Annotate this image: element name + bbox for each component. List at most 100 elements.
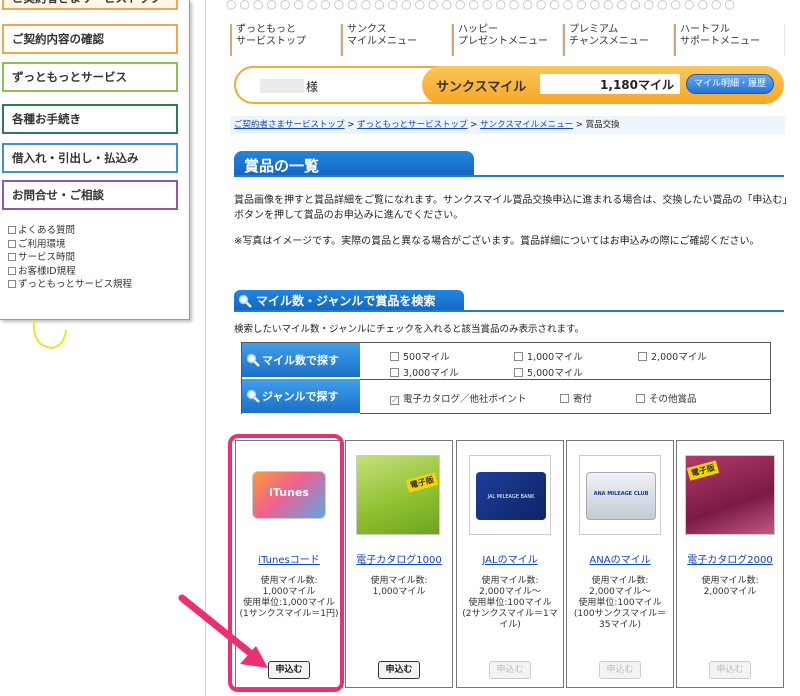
intro-text: 賞品画像を押すと賞品詳細をご覧になれます。サンクスマイル賞品交換申込に進まれる場… [234,195,788,221]
checkbox-icon[interactable] [514,352,523,361]
search-title-tab: マイル数・ジャンルで賞品を検索 [234,290,464,312]
unit-label: 使用単位:100マイル [468,598,552,608]
product-name-link[interactable]: 電子カタログ1000 [346,551,452,566]
magnifier-icon [238,294,252,308]
link-bullet-icon [8,266,16,275]
search-underline [234,310,784,312]
unit-note: (1サンクスマイル＝1円) [239,609,339,619]
apply-button-itunes[interactable]: 申込む [268,661,310,679]
breadcrumb: ご契約者さまサービストップ > ずっともっとサービストップ > サンクスマイルメ… [230,116,785,134]
usage-miles: 2,000マイル〜 [479,587,541,597]
filter-3000-miles[interactable]: 3,000マイル [390,365,459,379]
filter-500-miles[interactable]: 500マイル [390,349,450,363]
usage-miles: 1,000マイル [262,587,316,597]
filter-5000-miles[interactable]: 5,000マイル [514,365,583,379]
usage-label: 使用マイル数: [260,576,318,586]
filter-2000-miles[interactable]: 2,000マイル [638,349,707,363]
digital-edition-badge: 電子版 [405,472,439,493]
catalog-2000-image[interactable]: 電子版 [685,455,775,535]
sidebar-procedures-button[interactable]: 各種お手続き [2,104,178,134]
search-filter-table: マイル数で探す ジャンルで探す 500マイル 1,000マイル 2,000マイル… [241,342,771,414]
page-title: 賞品の一覧 [244,157,320,175]
filter-genre-other[interactable]: その他賞品 [636,391,697,405]
sidebar-link-hours[interactable]: サービス時間 [8,251,132,265]
checkbox-icon[interactable] [390,352,399,361]
breadcrumb-link-service-top[interactable]: ずっともっとサービストップ [357,120,468,130]
checkbox-checked-icon[interactable] [390,396,399,405]
itunes-card-image[interactable]: iTunes [252,471,326,519]
product-name-link[interactable]: JALのマイル [457,551,563,566]
apply-button-catalog-1000[interactable]: 申込む [378,661,420,679]
magnifier-icon [246,353,260,367]
magnifier-icon [246,389,260,403]
product-info: 使用マイル数: 2,000マイル [679,576,781,598]
tab-premium-chance[interactable]: プレミアム チャンスメニュー [563,24,674,56]
catalog-1000-image[interactable]: 電子版 [356,455,440,535]
sidebar-links: よくある質問 ご利用環境 サービス時間 お客様ID規程 ずっともっとサービス規程 [8,224,132,292]
apply-button-catalog-2000[interactable]: 申込む [709,661,751,679]
product-info: 使用マイル数: 1,000マイル 使用単位:1,000マイル (1サンクスマイル… [238,576,340,620]
checkbox-icon[interactable] [636,394,645,403]
sidebar-link-faq[interactable]: よくある質問 [8,224,132,238]
breadcrumb-link-contract-top[interactable]: ご契約者さまサービストップ [234,120,345,130]
tab-thanks-mile[interactable]: サンクス マイルメニュー [341,24,452,56]
sidebar-top-button[interactable]: ご契約者さまサービストップ [2,0,178,10]
menu-tabs: ずっともっと サービストップ サンクス マイルメニュー ハッピー プレゼントメニュー … [230,24,785,56]
customer-name-redacted [260,79,304,93]
sidebar-link-environment[interactable]: ご利用環境 [8,238,132,252]
breadcrumb-current: 賞品交換 [585,120,620,130]
breadcrumb-separator: > [467,120,481,130]
filter-genre-donation[interactable]: 寄付 [560,391,592,405]
search-section-header: マイル数・ジャンルで賞品を検索 [234,290,784,312]
apply-button-ana[interactable]: 申込む [599,661,641,679]
spiral-rings-decoration: ○○○○○○○○○○○○○○○○○○○○○○○○○○○○○○○○○○○○○○ [226,0,738,10]
note-text: ※写真はイメージです。実際の賞品と異なる場合がございます。賞品詳細についてはお申… [234,236,760,247]
miles-balance: 1,180マイル [600,78,674,92]
jal-card-image[interactable]: JAL MILEAGE BANK [469,455,551,535]
ana-card-shape: ANA MILEAGE CLUB [586,472,656,520]
product-name-link[interactable]: iTunesコード [236,551,342,566]
filter-divider [360,379,770,380]
ana-card-text: ANA MILEAGE CLUB [593,491,649,497]
sidebar-link-id-terms[interactable]: お客様ID規程 [8,265,132,279]
checkbox-icon[interactable] [638,352,647,361]
sidebar: ご契約者さまサービストップ ご契約内容の確認 ずっともっとサービス 各種お手続き… [0,0,190,320]
product-card-jal: JAL MILEAGE BANK JALのマイル 使用マイル数: 2,000マイ… [456,440,564,688]
usage-miles: 2,000マイル [703,587,757,597]
sidebar-contract-button[interactable]: ご契約内容の確認 [2,24,178,54]
sidebar-link-service-terms[interactable]: ずっともっとサービス規程 [8,278,132,292]
product-card-catalog-2000: 電子版 電子カタログ2000 使用マイル数: 2,000マイル 申込む [676,440,784,688]
usage-label: 使用マイル数: [481,576,539,586]
tab-happy-present[interactable]: ハッピー プレゼントメニュー [452,24,563,56]
mile-history-button[interactable]: マイル明細・履歴 [686,74,774,94]
jal-card-text: JAL MILEAGE BANK [487,494,535,500]
page-title-bar: 賞品の一覧 [234,151,784,177]
filter-genre-catalog[interactable]: 電子カタログ／他社ポイント [390,391,527,405]
link-bullet-icon [8,226,16,234]
link-bullet-icon [8,239,16,248]
apply-button-jal[interactable]: 申込む [489,661,531,679]
sidebar-loan-button[interactable]: 借入れ・引出し・払込み [2,143,178,173]
usage-miles: 1,000マイル [372,587,426,597]
thanks-mile-label: サンクスマイル [436,80,527,95]
product-name-link[interactable]: ANAのマイル [567,551,673,566]
usage-label: 使用マイル数: [591,576,649,586]
tab-service-top[interactable]: ずっともっと サービストップ [230,24,341,56]
product-name-link[interactable]: 電子カタログ2000 [677,551,783,566]
filter-label-genre: ジャンルで探す [242,379,360,414]
sidebar-service-button[interactable]: ずっともっとサービス [2,62,178,92]
product-info: 使用マイル数: 2,000マイル〜 使用単位:100マイル (2サンクスマイル＝… [459,576,561,631]
breadcrumb-link-thanks-mile[interactable]: サンクスマイルメニュー [480,120,573,130]
ana-card-image[interactable]: ANA MILEAGE CLUB [579,455,661,535]
sidebar-contact-button[interactable]: お問合せ・ご相談 [2,180,178,210]
unit-note: (100サンクスマイル＝35マイル) [573,609,667,630]
filter-1000-miles[interactable]: 1,000マイル [514,349,583,363]
itunes-logo-text: iTunes [269,486,309,499]
filter-label-miles-text: マイル数で探す [262,354,339,367]
checkbox-icon[interactable] [514,368,523,377]
decorative-curve [32,319,67,350]
checkbox-icon[interactable] [560,394,569,403]
tab-heartful-support[interactable]: ハートフル サポートメニュー [674,24,785,56]
digital-edition-badge: 電子版 [686,460,720,481]
checkbox-icon[interactable] [390,368,399,377]
